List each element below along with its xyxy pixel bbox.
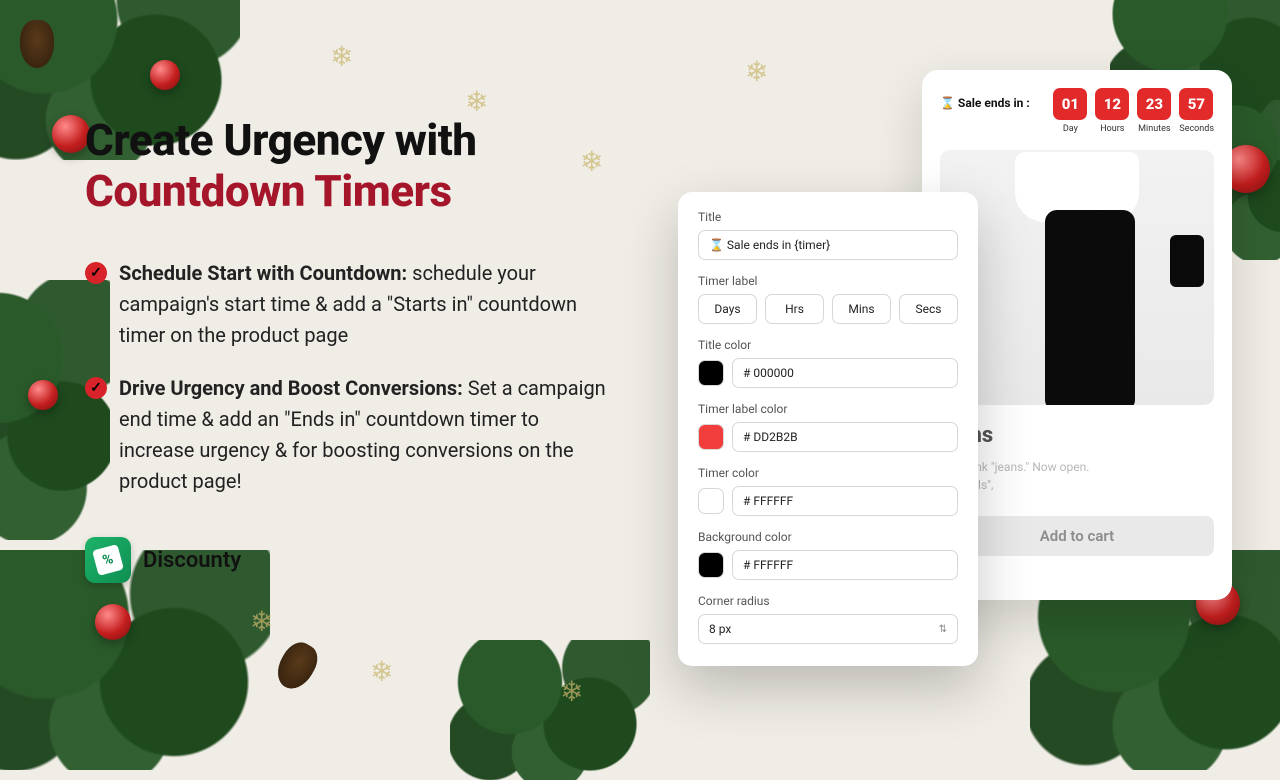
product-image: [940, 150, 1214, 405]
timer-color-swatch[interactable]: [698, 488, 724, 514]
background-color-swatch[interactable]: [698, 552, 724, 578]
ornament-icon: [150, 60, 180, 90]
sale-ends-label: ⌛ Sale ends in :: [940, 96, 1030, 110]
snowflake-icon: ❄: [560, 675, 583, 708]
timer-label-days-input[interactable]: Days: [698, 294, 757, 324]
title-color-input[interactable]: # 000000: [732, 358, 958, 388]
brand-badge: %: [85, 537, 131, 583]
timer-label-color-label: Timer label color: [698, 402, 958, 416]
timer-label-label: Timer label: [698, 274, 958, 288]
background-color-label: Background color: [698, 530, 958, 544]
timer-label-color-swatch[interactable]: [698, 424, 724, 450]
ornament-icon: [95, 604, 131, 640]
bullet-text: Drive Urgency and Boost Conversions: Set…: [119, 373, 615, 497]
pinecone-icon: [20, 20, 54, 68]
ornament-icon: [28, 380, 58, 410]
countdown-row: ⌛ Sale ends in : 01 Day 12 Hours 23 Minu…: [940, 88, 1214, 134]
countdown-value: 01: [1053, 88, 1087, 120]
countdown-unit: Seconds: [1179, 124, 1214, 134]
marketing-copy: Create Urgency with Countdown Timers ✓ S…: [85, 115, 615, 583]
countdown-unit: Minutes: [1137, 124, 1171, 134]
percent-icon: %: [92, 544, 124, 576]
snowflake-icon: ❄: [745, 55, 768, 88]
countdown-block-day: 01 Day: [1053, 88, 1087, 134]
product-title: jeans: [940, 423, 1214, 448]
chevron-updown-icon: ⇅: [939, 624, 947, 635]
corner-radius-label: Corner radius: [698, 594, 958, 608]
countdown-block-hours: 12 Hours: [1095, 88, 1129, 134]
brand-lockup: % Discounty: [85, 537, 615, 583]
snowflake-icon: ❄: [370, 655, 393, 688]
countdown-unit: Day: [1053, 124, 1087, 134]
countdown-block-minutes: 23 Minutes: [1137, 88, 1171, 134]
add-to-cart-button[interactable]: Add to cart: [940, 516, 1214, 556]
title-color-label: Title color: [698, 338, 958, 352]
check-icon: ✓: [85, 377, 107, 399]
timer-label-secs-input[interactable]: Secs: [899, 294, 958, 324]
timer-settings-card: Title ⌛ Sale ends in {timer} Timer label…: [678, 192, 978, 666]
feature-bullet: ✓ Schedule Start with Countdown: schedul…: [85, 258, 615, 351]
background-color-input[interactable]: # FFFFFF: [732, 550, 958, 580]
snowflake-icon: ❄: [330, 40, 353, 73]
countdown-value: 23: [1137, 88, 1171, 120]
decor-pine: [450, 640, 650, 780]
headline-line1: Create Urgency with: [85, 114, 477, 166]
feature-bullet: ✓ Drive Urgency and Boost Conversions: S…: [85, 373, 615, 497]
timer-color-input[interactable]: # FFFFFF: [732, 486, 958, 516]
countdown-block-seconds: 57 Seconds: [1179, 88, 1214, 134]
corner-radius-select[interactable]: 8 px ⇅: [698, 614, 958, 644]
countdown-value: 57: [1179, 88, 1213, 120]
check-icon: ✓: [85, 262, 107, 284]
timer-color-label: Timer color: [698, 466, 958, 480]
countdown-value: 12: [1095, 88, 1129, 120]
product-description: es. Think "jeans." Now open. Originals",: [940, 458, 1214, 494]
pinecone-icon: [270, 637, 323, 696]
snowflake-icon: ❄: [250, 605, 273, 638]
headline-line2: Countdown Timers: [85, 165, 452, 217]
timer-label-hrs-input[interactable]: Hrs: [765, 294, 824, 324]
countdown-unit: Hours: [1095, 124, 1129, 134]
timer-label-color-input[interactable]: # DD2B2B: [732, 422, 958, 452]
bullet-text: Schedule Start with Countdown: schedule …: [119, 258, 615, 351]
headline: Create Urgency with Countdown Timers: [85, 115, 615, 216]
title-color-swatch[interactable]: [698, 360, 724, 386]
title-label: Title: [698, 210, 958, 224]
brand-name: Discounty: [143, 548, 241, 573]
timer-label-mins-input[interactable]: Mins: [832, 294, 891, 324]
title-input[interactable]: ⌛ Sale ends in {timer}: [698, 230, 958, 260]
